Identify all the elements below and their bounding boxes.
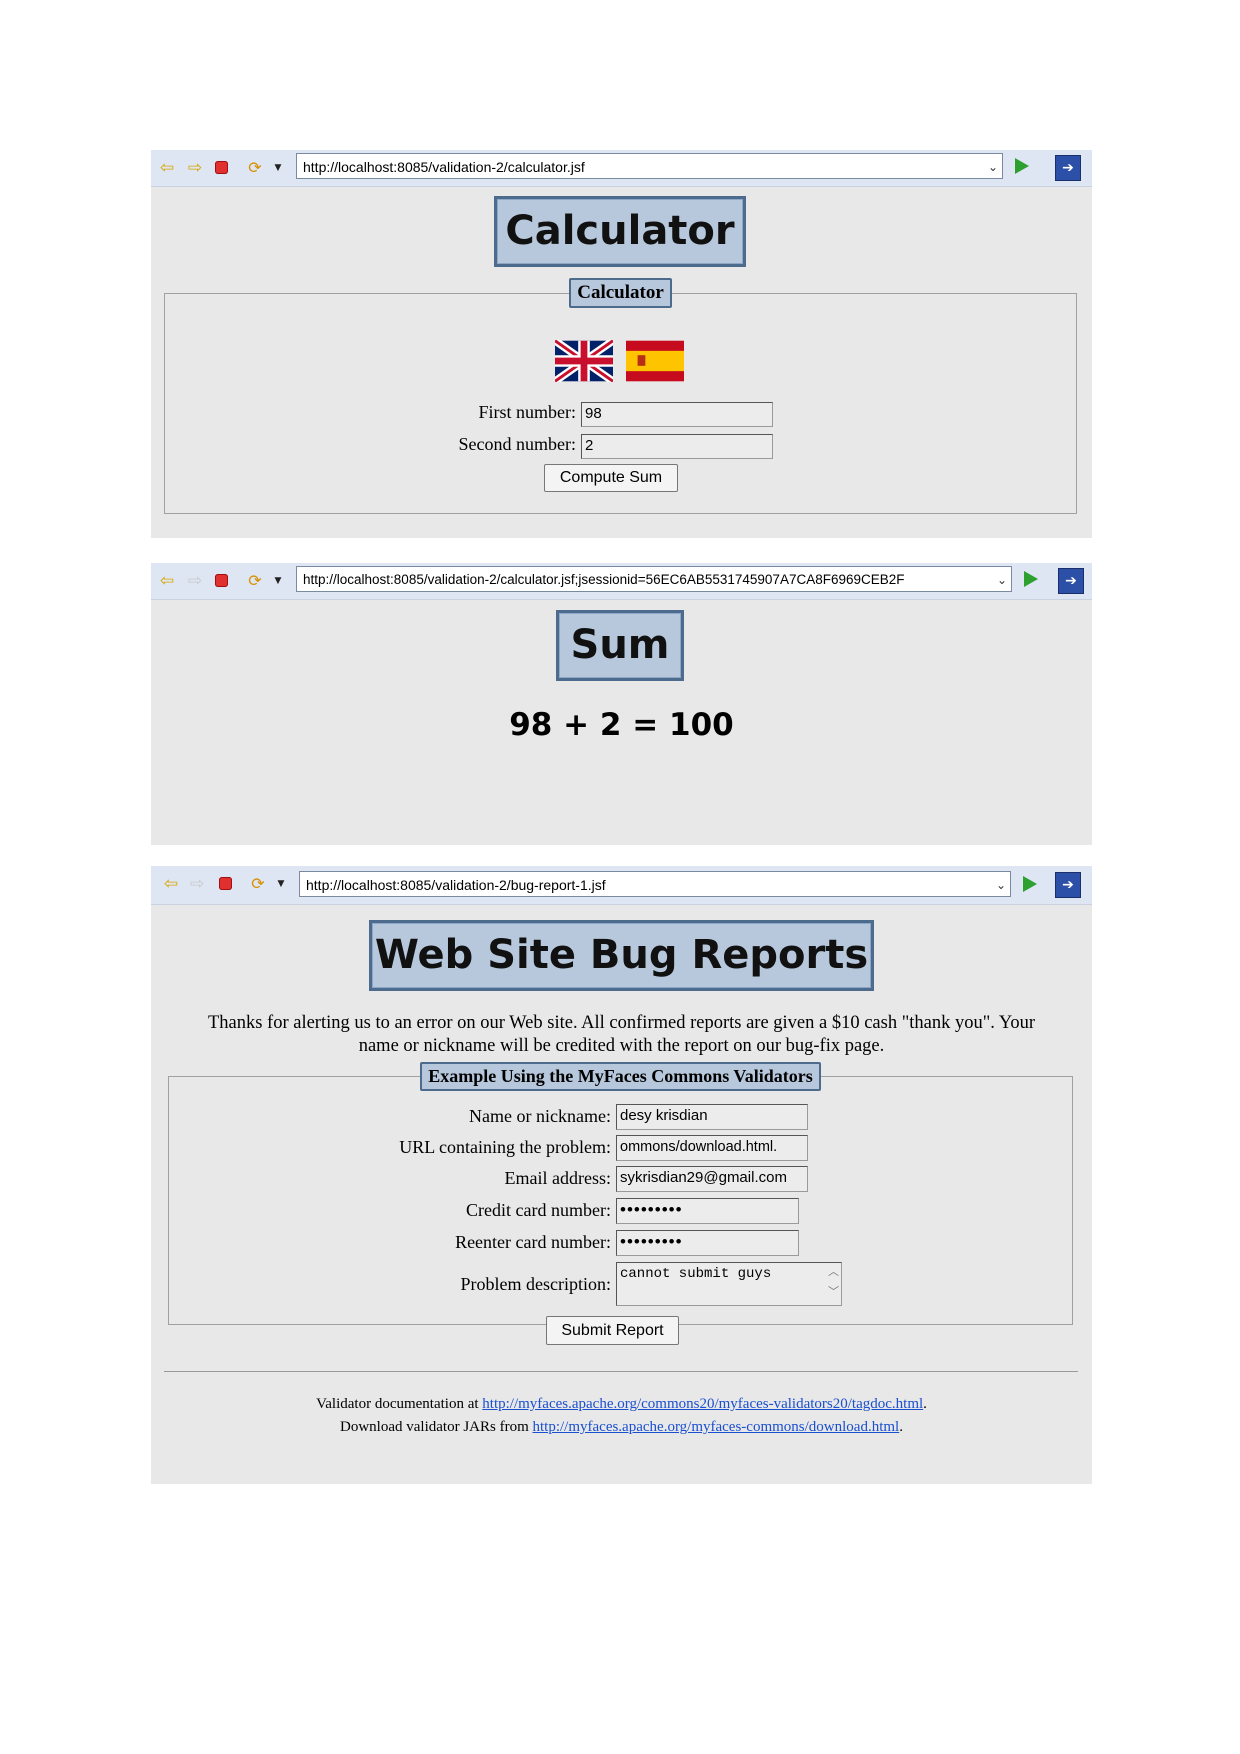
url-label: URL containing the problem: [399,1137,611,1157]
back-arrow-icon[interactable]: ⇦ [157,572,177,590]
name-label: Name or nickname: [469,1106,611,1126]
go-icon[interactable] [1015,158,1029,174]
forward-arrow-icon[interactable]: ⇨ [185,572,205,590]
page-title: Web Site Bug Reports [369,920,874,991]
external-browser-icon[interactable]: ➔ [1055,155,1081,181]
bug-report-window: ⇦ ⇨ ⟳ ▼ http://localhost:8085/validation… [151,866,1092,1484]
dropdown-icon[interactable]: ▼ [268,572,288,590]
footer-jar-suffix: . [899,1419,903,1435]
problem-description-label: Problem description: [460,1274,611,1294]
divider [164,1371,1078,1372]
footer-doc-suffix: . [923,1396,927,1412]
back-arrow-icon[interactable]: ⇦ [161,875,181,893]
page-title: Sum [556,610,684,681]
scroll-down-icon[interactable]: ﹀ [828,1283,839,1301]
reenter-card-input[interactable]: ••••••••• [616,1230,799,1256]
page-title: Calculator [494,196,746,267]
footer-doc-prefix: Validator documentation at [316,1396,483,1412]
footer-jar-line: Download validator JARs from http://myfa… [151,1416,1092,1439]
submit-report-button[interactable]: Submit Report [546,1316,679,1345]
address-bar[interactable]: http://localhost:8085/validation-2/calcu… [296,153,1003,179]
external-browser-icon[interactable]: ➔ [1055,872,1081,898]
reenter-card-label: Reenter card number: [455,1232,611,1252]
chevron-down-icon[interactable]: ⌄ [997,567,1007,591]
chevron-down-icon[interactable]: ⌄ [988,154,998,178]
forward-arrow-icon[interactable]: ⇨ [187,875,207,893]
intro-line-1: Thanks for alerting us to an error on ou… [207,1013,1036,1033]
refresh-icon[interactable]: ⟳ [245,572,265,590]
stop-icon[interactable] [219,877,232,890]
form-legend: Calculator [569,278,672,308]
address-text: http://localhost:8085/validation-2/bug-r… [306,877,606,893]
url-input[interactable]: ommons/download.html. [616,1135,808,1161]
form-legend: Example Using the MyFaces Commons Valida… [420,1062,821,1091]
address-text: http://localhost:8085/validation-2/calcu… [303,572,905,587]
back-arrow-icon[interactable]: ⇦ [157,159,177,177]
intro-text: Thanks for alerting us to an error on ou… [151,1012,1092,1058]
dropdown-icon[interactable]: ▼ [271,875,291,893]
dropdown-icon[interactable]: ▼ [268,159,288,177]
uk-flag-icon[interactable] [555,340,613,382]
stop-icon[interactable] [215,161,228,174]
forward-arrow-icon[interactable]: ⇨ [185,159,205,177]
chevron-down-icon[interactable]: ⌄ [996,872,1006,896]
credit-card-label: Credit card number: [466,1200,611,1220]
footer: Validator documentation at http://myface… [151,1393,1092,1439]
address-text: http://localhost:8085/validation-2/calcu… [303,159,585,175]
problem-description-text: cannot submit guys [620,1266,772,1282]
browser-toolbar: ⇦ ⇨ ⟳ ▼ http://localhost:8085/validation… [151,150,1092,187]
compute-sum-button[interactable]: Compute Sum [544,464,678,492]
validator-doc-link[interactable]: http://myfaces.apache.org/commons20/myfa… [482,1396,923,1412]
browser-toolbar: ⇦ ⇨ ⟳ ▼ http://localhost:8085/validation… [151,563,1092,600]
refresh-icon[interactable]: ⟳ [248,875,268,893]
refresh-icon[interactable]: ⟳ [245,159,265,177]
sum-result: 98 + 2 = 100 [509,707,734,743]
go-icon[interactable] [1023,876,1037,892]
second-number-input[interactable]: 2 [581,434,773,459]
stop-icon[interactable] [215,574,228,587]
problem-description-textarea[interactable]: cannot submit guys ︿ ﹀ [616,1262,842,1306]
second-number-label: Second number: [458,434,576,454]
sum-window: ⇦ ⇨ ⟳ ▼ http://localhost:8085/validation… [151,563,1092,845]
first-number-input[interactable]: 98 [581,402,773,427]
name-input[interactable]: desy krisdian [616,1104,808,1130]
spain-flag-icon[interactable] [626,340,684,382]
email-input[interactable]: sykrisdian29@gmail.com [616,1166,808,1192]
footer-doc-line: Validator documentation at http://myface… [151,1393,1092,1416]
intro-line-2: name or nickname will be credited with t… [358,1036,885,1056]
scroll-up-icon[interactable]: ︿ [828,1263,839,1281]
footer-jar-prefix: Download validator JARs from [340,1419,533,1435]
calculator-window: ⇦ ⇨ ⟳ ▼ http://localhost:8085/validation… [151,150,1092,538]
credit-card-input[interactable]: ••••••••• [616,1198,799,1224]
external-browser-icon[interactable]: ➔ [1058,568,1084,594]
address-bar[interactable]: http://localhost:8085/validation-2/calcu… [296,566,1012,592]
validator-jar-link[interactable]: http://myfaces.apache.org/myfaces-common… [533,1419,900,1435]
go-icon[interactable] [1024,571,1038,587]
browser-toolbar: ⇦ ⇨ ⟳ ▼ http://localhost:8085/validation… [151,866,1092,905]
address-bar[interactable]: http://localhost:8085/validation-2/bug-r… [299,871,1011,897]
first-number-label: First number: [478,402,577,422]
email-label: Email address: [504,1168,611,1188]
